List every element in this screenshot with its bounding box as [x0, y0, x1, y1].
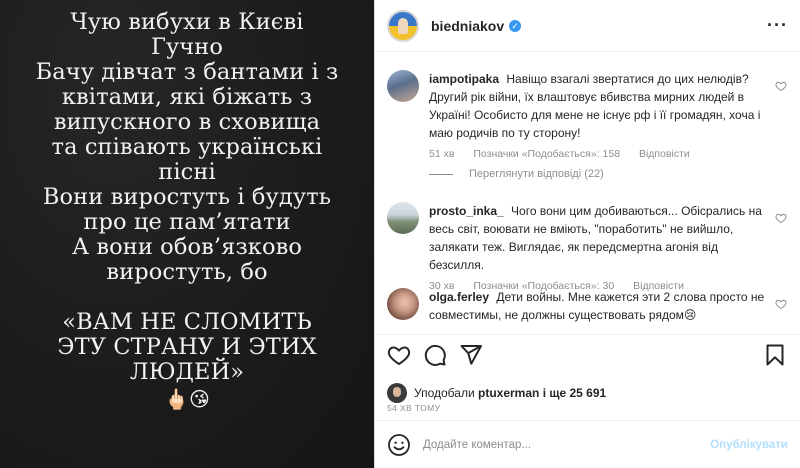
save-bookmark-icon[interactable] — [763, 343, 787, 367]
commenter-avatar[interactable] — [387, 202, 419, 234]
comment-input[interactable] — [423, 438, 711, 451]
story-line: А вони обов’язково — [71, 234, 303, 260]
story-emoji: 🖕🏻😘 — [164, 387, 210, 411]
verified-badge-icon: ✓ — [509, 19, 522, 32]
like-heart-icon[interactable] — [387, 343, 411, 367]
liked-by-prefix: Уподобали — [414, 386, 475, 400]
story-gap — [0, 285, 374, 310]
post-actions — [387, 343, 787, 369]
publish-button[interactable]: Опублікувати — [710, 439, 788, 451]
liked-by-user[interactable]: ptuxerman — [478, 386, 539, 400]
story-quote-line: ЛЮДЕЙ» — [129, 359, 245, 385]
comments-list: iampotipaka Навіщо взагалі звертатися до… — [375, 60, 800, 332]
story-line: Вони виростуть і будуть — [42, 184, 332, 210]
story-quote-line: ЭТУ СТРАНУ И ЭТИХ — [57, 334, 317, 360]
commenter-avatar[interactable] — [387, 70, 419, 102]
story-line: квітами, які біжать з — [61, 84, 313, 110]
author-avatar[interactable] — [387, 9, 419, 42]
post-time-ago[interactable]: 54 ХВ ТОМУ — [387, 403, 440, 413]
share-send-icon[interactable] — [459, 343, 483, 367]
comment-body: prosto_inka_ Чого вони цим добиваються..… — [429, 202, 787, 274]
story-line: Чую вибухи в Києві — [70, 9, 304, 35]
story-line: Бачу дівчат з бантами і з — [35, 59, 339, 85]
story-line: виростуть, бо — [106, 259, 268, 285]
story-line: Гучно — [150, 34, 224, 60]
story-line: випускного в сховища — [53, 109, 321, 135]
commenter-avatar[interactable] — [387, 288, 419, 320]
comment-username[interactable]: prosto_inka_ — [429, 204, 504, 218]
comment-time: 51 хв — [429, 148, 455, 160]
comment-item: prosto_inka_ Чого вони цим добиваються..… — [387, 202, 787, 292]
liked-by-count[interactable]: і ще 25 691 — [543, 386, 607, 400]
comment-like-heart-icon[interactable] — [775, 212, 787, 224]
comment-item: iampotipaka Навіщо взагалі звертатися до… — [387, 70, 787, 160]
post-panel: biedniakov ✓ ··· iampotipaka Навіщо взаг… — [375, 0, 800, 468]
story-quote-line: «ВАМ НЕ СЛОМИТЬ — [62, 309, 312, 335]
post-header: biedniakov ✓ ··· — [375, 0, 800, 52]
view-replies-button[interactable]: Переглянути відповіді (22) — [429, 168, 604, 180]
comment-username[interactable]: olga.ferley — [429, 290, 489, 304]
liker-avatar[interactable] — [387, 383, 407, 403]
story-line: про це пам’ятати — [83, 209, 291, 235]
view-replies-label: Переглянути відповіді (22) — [469, 168, 604, 180]
comment-body: olga.ferley Дети войны. Мне кажется эти … — [429, 288, 787, 324]
replies-dash — [429, 173, 453, 175]
comment-like-heart-icon[interactable] — [775, 80, 787, 92]
comment-reply-button[interactable]: Відповісти — [639, 148, 690, 160]
story-line: пісні — [158, 159, 216, 185]
comment-body: iampotipaka Навіщо взагалі звертатися до… — [429, 70, 787, 142]
liked-by-row: Уподобали ptuxerman і ще 25 691 — [387, 383, 606, 403]
actions-divider — [375, 334, 800, 335]
comment-like-heart-icon[interactable] — [775, 298, 787, 310]
comment-username[interactable]: iampotipaka — [429, 72, 499, 86]
comment-meta: 51 хв Позначки «Подобається»: 158 Відпов… — [429, 148, 787, 160]
comment-bubble-icon[interactable] — [423, 343, 447, 367]
more-options-icon[interactable]: ··· — [767, 15, 788, 36]
story-image: Чую вибухи в Києві Гучно Бачу дівчат з б… — [0, 0, 374, 468]
comment-item: olga.ferley Дети войны. Мне кажется эти … — [387, 288, 787, 324]
emoji-smiley-icon[interactable] — [387, 433, 411, 457]
comment-likes[interactable]: Позначки «Подобається»: 158 — [473, 148, 620, 160]
comment-composer: Опублікувати — [375, 421, 800, 468]
story-line: та співають українські — [51, 134, 323, 160]
author-username[interactable]: biedniakov — [431, 18, 504, 34]
